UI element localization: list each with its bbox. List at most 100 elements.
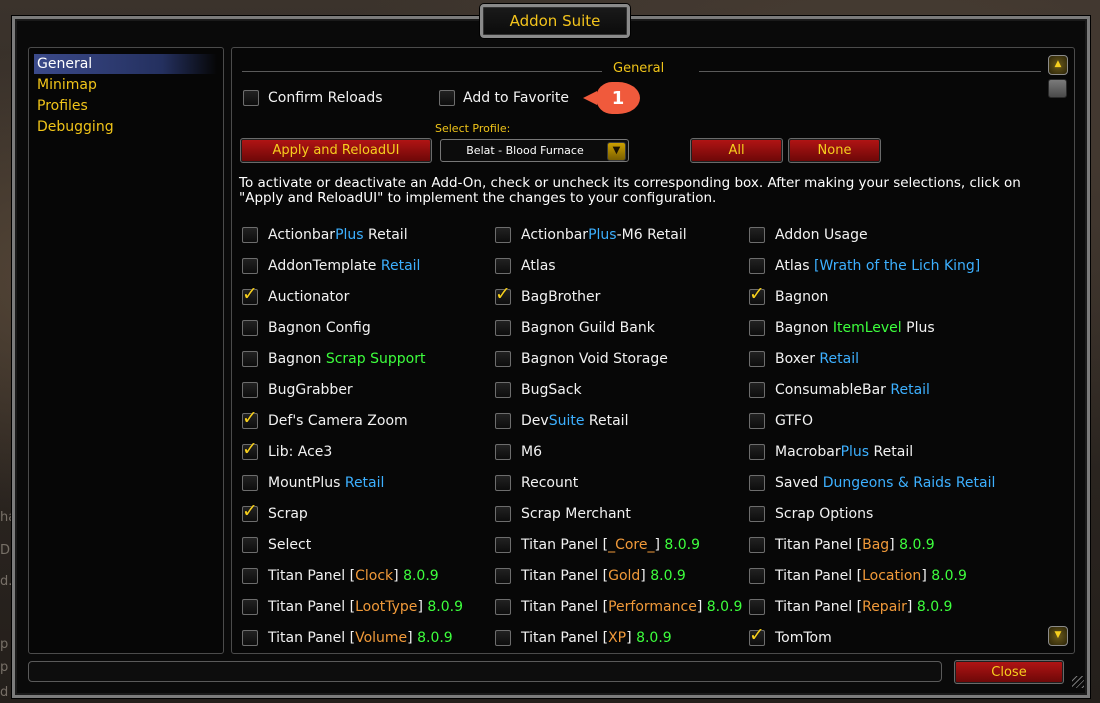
- addon-label: Boxer Retail: [775, 351, 859, 367]
- addon-label: MacrobarPlus Retail: [775, 444, 914, 460]
- addon-label: Titan Panel [LootType] 8.0.9: [268, 599, 463, 615]
- addon-label: TomTom: [775, 630, 832, 646]
- select-all-button[interactable]: All: [690, 138, 783, 163]
- addon-checkbox[interactable]: [495, 413, 511, 429]
- profile-dropdown[interactable]: Belat - Blood Furnace ▼: [440, 139, 629, 162]
- addon-label: Bagnon Guild Bank: [521, 320, 655, 336]
- section-title: General: [613, 61, 665, 76]
- select-none-button[interactable]: None: [788, 138, 881, 163]
- addon-checkbox[interactable]: [242, 258, 258, 274]
- checkmark-icon: ✓: [242, 500, 258, 522]
- addon-label: Select: [268, 537, 312, 553]
- addon-label: Titan Panel [Performance] 8.0.9: [521, 599, 743, 615]
- addon-checkbox[interactable]: [749, 506, 765, 522]
- apply-reload-button[interactable]: Apply and ReloadUI: [240, 138, 432, 163]
- addon-checkbox[interactable]: [749, 382, 765, 398]
- addon-checkbox[interactable]: [242, 475, 258, 491]
- addon-checkbox[interactable]: [242, 227, 258, 243]
- background-chat-text: p: [0, 660, 9, 675]
- addon-checkbox[interactable]: [749, 413, 765, 429]
- addon-checkbox[interactable]: [749, 227, 765, 243]
- sidebar-item-general[interactable]: General: [34, 54, 217, 74]
- checkmark-icon: ✓: [749, 624, 765, 646]
- addon-checkbox[interactable]: [495, 258, 511, 274]
- sidebar-item-debugging[interactable]: Debugging: [34, 117, 217, 137]
- addon-checkbox[interactable]: ✓: [242, 439, 258, 460]
- addon-checkbox[interactable]: [749, 351, 765, 367]
- sidebar: General Minimap Profiles Debugging: [28, 47, 224, 654]
- addon-checkbox[interactable]: ✓: [242, 408, 258, 429]
- instructions-text: To activate or deactivate an Add-On, che…: [239, 175, 1021, 206]
- addon-label: BugGrabber: [268, 382, 353, 398]
- sidebar-item-profiles[interactable]: Profiles: [34, 96, 217, 116]
- addon-label: Lib: Ace3: [268, 444, 333, 460]
- addon-checkbox[interactable]: [495, 506, 511, 522]
- addon-label: Atlas [Wrath of the Lich King]: [775, 258, 981, 274]
- addon-checkbox[interactable]: [495, 227, 511, 243]
- confirm-reloads-checkbox[interactable]: [243, 90, 259, 106]
- addon-checkbox[interactable]: [495, 599, 511, 615]
- addon-label: BagBrother: [521, 289, 601, 305]
- addon-label: Recount: [521, 475, 579, 491]
- addon-checkbox[interactable]: [749, 599, 765, 615]
- addon-checkbox[interactable]: [495, 537, 511, 553]
- add-to-favorite-checkbox[interactable]: [439, 90, 455, 106]
- scrollbar-thumb[interactable]: [1048, 79, 1067, 98]
- addon-label: ConsumableBar Retail: [775, 382, 930, 398]
- background-chat-text: d: [0, 685, 9, 700]
- addon-checkbox[interactable]: ✓: [749, 625, 765, 646]
- addon-checkbox[interactable]: [749, 444, 765, 460]
- confirm-reloads-label: Confirm Reloads: [268, 90, 383, 106]
- addon-label: Scrap Options: [775, 506, 874, 522]
- addon-label: Titan Panel [Bag] 8.0.9: [775, 537, 935, 553]
- addon-label: Titan Panel [XP] 8.0.9: [521, 630, 672, 646]
- addon-checkbox[interactable]: ✓: [242, 284, 258, 305]
- addon-label: Scrap: [268, 506, 308, 522]
- addon-checkbox[interactable]: ✓: [495, 284, 511, 305]
- addon-label: Titan Panel [Location] 8.0.9: [775, 568, 967, 584]
- addon-checkbox[interactable]: [242, 382, 258, 398]
- addon-checkbox[interactable]: [495, 630, 511, 646]
- addon-checkbox[interactable]: [242, 320, 258, 336]
- scroll-up-arrow-icon[interactable]: ▲: [1048, 55, 1068, 75]
- add-to-favorite-label: Add to Favorite: [463, 90, 570, 106]
- addon-checkbox[interactable]: [749, 568, 765, 584]
- addon-checkbox[interactable]: [495, 320, 511, 336]
- checkmark-icon: ✓: [242, 283, 258, 305]
- addon-label: Bagnon Scrap Support: [268, 351, 426, 367]
- addon-checkbox[interactable]: ✓: [749, 284, 765, 305]
- addon-checkbox[interactable]: [749, 258, 765, 274]
- scroll-down-arrow-icon[interactable]: ▼: [1048, 626, 1068, 646]
- addon-checkbox[interactable]: [749, 475, 765, 491]
- addon-label: Bagnon Config: [268, 320, 371, 336]
- addon-checkbox[interactable]: [242, 537, 258, 553]
- addon-checkbox[interactable]: [242, 351, 258, 367]
- close-button[interactable]: Close: [954, 660, 1064, 684]
- addon-label: ActionbarPlus-M6 Retail: [521, 227, 687, 243]
- addon-checkbox[interactable]: [495, 382, 511, 398]
- resize-grip-icon[interactable]: [1072, 676, 1084, 688]
- select-profile-label: Select Profile:: [435, 122, 511, 135]
- addon-checkbox[interactable]: [495, 568, 511, 584]
- addon-label: Titan Panel [_Core_] 8.0.9: [521, 537, 701, 553]
- sidebar-item-minimap[interactable]: Minimap: [34, 75, 217, 95]
- addon-checkbox[interactable]: [495, 475, 511, 491]
- addon-label: BugSack: [521, 382, 582, 398]
- addon-label: ActionbarPlus Retail: [268, 227, 408, 243]
- addon-label: Saved Dungeons & Raids Retail: [775, 475, 996, 491]
- header-divider: [699, 71, 1041, 72]
- addon-checkbox[interactable]: [495, 351, 511, 367]
- addon-checkbox[interactable]: [242, 630, 258, 646]
- checkmark-icon: ✓: [242, 407, 258, 429]
- addon-label: GTFO: [775, 413, 813, 429]
- addon-checkbox[interactable]: [749, 320, 765, 336]
- addon-checkbox[interactable]: [242, 568, 258, 584]
- addon-checkbox[interactable]: [749, 537, 765, 553]
- addon-checkbox[interactable]: ✓: [242, 501, 258, 522]
- addon-checkbox[interactable]: [242, 599, 258, 615]
- checkmark-icon: ✓: [749, 283, 765, 305]
- chevron-down-icon[interactable]: ▼: [607, 142, 626, 161]
- status-bar: [28, 661, 942, 682]
- addon-checkbox[interactable]: [495, 444, 511, 460]
- profile-selected-value: Belat - Blood Furnace: [466, 144, 584, 157]
